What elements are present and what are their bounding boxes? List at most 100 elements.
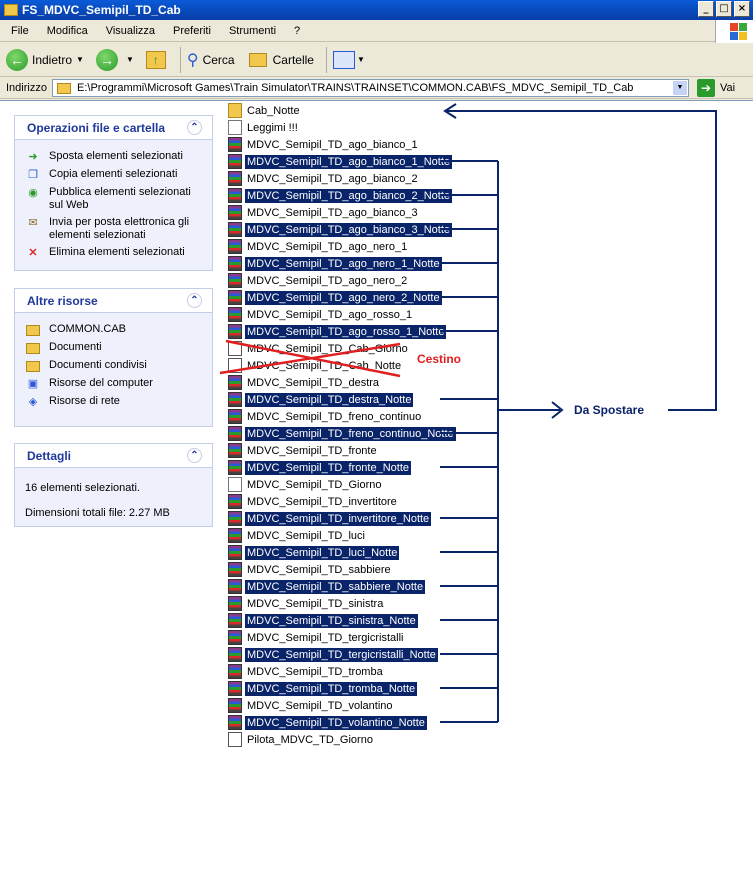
chevron-up-icon[interactable]: ⌃ bbox=[187, 293, 202, 308]
views-icon bbox=[332, 50, 355, 69]
task-email[interactable]: ✉ Invia per posta elettronica gli element… bbox=[25, 216, 204, 242]
archive-icon bbox=[228, 715, 242, 730]
file-item[interactable]: MDVC_Semipil_TD_destra bbox=[228, 374, 381, 391]
folder-up-icon[interactable]: ↑ bbox=[145, 50, 166, 69]
maximize-button[interactable]: □ bbox=[716, 1, 732, 17]
file-item[interactable]: MDVC_Semipil_TD_ago_bianco_2 bbox=[228, 170, 420, 187]
file-item[interactable]: MDVC_Semipil_TD_volantino bbox=[228, 697, 395, 714]
chevron-up-icon[interactable]: ⌃ bbox=[187, 120, 202, 135]
file-item[interactable]: MDVC_Semipil_TD_Cab_Giorno bbox=[228, 340, 410, 357]
chevron-down-icon[interactable]: ▼ bbox=[673, 81, 687, 95]
file-item[interactable]: Leggimi !!! bbox=[228, 119, 300, 136]
details-panel: Dettagli ⌃ 16 elementi selezionati. Dime… bbox=[14, 443, 213, 527]
place-network[interactable]: ◈ Risorse di rete bbox=[25, 395, 204, 409]
task-move[interactable]: ➜ Sposta elementi selezionati bbox=[25, 150, 204, 164]
menu-preferiti[interactable]: Preferiti bbox=[164, 25, 220, 37]
task-copy[interactable]: ❐ Copia elementi selezionati bbox=[25, 168, 204, 182]
file-item[interactable]: MDVC_Semipil_TD_Cab_Notte bbox=[228, 357, 403, 374]
content-area: Operazioni file e cartella ⌃ ➜ Sposta ele… bbox=[0, 100, 753, 869]
menu-modifica[interactable]: Modifica bbox=[38, 25, 97, 37]
file-item[interactable]: MDVC_Semipil_TD_ago_bianco_1 bbox=[228, 136, 420, 153]
menu-file[interactable]: File bbox=[2, 25, 38, 37]
archive-icon bbox=[228, 698, 242, 713]
file-item[interactable]: MDVC_Semipil_TD_fronte bbox=[228, 442, 379, 459]
panel-header[interactable]: Altre risorse ⌃ bbox=[15, 289, 212, 313]
file-name: MDVC_Semipil_TD_ago_bianco_2_Notte bbox=[245, 188, 453, 203]
place-shared-documents[interactable]: Documenti condivisi bbox=[25, 359, 204, 373]
file-item[interactable]: MDVC_Semipil_TD_fronte_Notte bbox=[228, 459, 412, 476]
menu-help[interactable]: ? bbox=[285, 25, 309, 37]
file-item[interactable]: Pilota_MDVC_TD_Giorno bbox=[228, 731, 375, 748]
file-name: MDVC_Semipil_TD_invertitore_Notte bbox=[245, 511, 432, 526]
go-button[interactable]: ➔ Vai bbox=[697, 79, 735, 97]
file-item[interactable]: MDVC_Semipil_TD_ago_nero_1 bbox=[228, 238, 409, 255]
file-item[interactable]: MDVC_Semipil_TD_sinistra bbox=[228, 595, 385, 612]
file-item[interactable]: MDVC_Semipil_TD_ago_rosso_1 bbox=[228, 306, 414, 323]
forward-button[interactable]: → ▼ bbox=[95, 48, 140, 71]
file-item[interactable]: MDVC_Semipil_TD_ago_nero_2_Notte bbox=[228, 289, 442, 306]
file-item[interactable]: MDVC_Semipil_TD_ago_rosso_1_Notte bbox=[228, 323, 447, 340]
archive-icon bbox=[228, 205, 242, 220]
archive-icon bbox=[228, 171, 242, 186]
task-delete[interactable]: ✕ Elimina elementi selezionati bbox=[25, 246, 204, 260]
file-item[interactable]: MDVC_Semipil_TD_invertitore_Notte bbox=[228, 510, 432, 527]
archive-icon bbox=[228, 528, 242, 543]
file-item[interactable]: MDVC_Semipil_TD_Giorno bbox=[228, 476, 384, 493]
file-item[interactable]: MDVC_Semipil_TD_ago_bianco_2_Notte bbox=[228, 187, 453, 204]
forward-arrow-icon: → bbox=[95, 48, 118, 71]
file-name: MDVC_Semipil_TD_ago_nero_1_Notte bbox=[245, 256, 442, 271]
file-item[interactable]: MDVC_Semipil_TD_luci bbox=[228, 527, 367, 544]
panel-header[interactable]: Operazioni file e cartella ⌃ bbox=[15, 116, 212, 140]
file-item[interactable]: MDVC_Semipil_TD_invertitore bbox=[228, 493, 399, 510]
panel-header[interactable]: Dettagli ⌃ bbox=[15, 444, 212, 468]
chevron-down-icon[interactable]: ▼ bbox=[76, 55, 84, 64]
file-item[interactable]: MDVC_Semipil_TD_ago_bianco_1_Notte bbox=[228, 153, 453, 170]
file-item[interactable]: MDVC_Semipil_TD_tromba_Notte bbox=[228, 680, 418, 697]
back-label: Indietro bbox=[32, 52, 73, 67]
file-item[interactable]: MDVC_Semipil_TD_ago_bianco_3_Notte bbox=[228, 221, 453, 238]
file-item[interactable]: MDVC_Semipil_TD_tergicristalli bbox=[228, 629, 405, 646]
views-button[interactable]: ▼ bbox=[332, 50, 371, 69]
menu-strumenti[interactable]: Strumenti bbox=[220, 25, 285, 37]
file-name: MDVC_Semipil_TD_luci_Notte bbox=[245, 545, 400, 560]
place-common-cab[interactable]: COMMON.CAB bbox=[25, 323, 204, 337]
file-item[interactable]: MDVC_Semipil_TD_ago_bianco_3 bbox=[228, 204, 420, 221]
search-icon: ⚲ bbox=[186, 51, 199, 69]
globe-icon: ◉ bbox=[28, 186, 38, 199]
file-item[interactable]: MDVC_Semipil_TD_sabbiere bbox=[228, 561, 393, 578]
close-button[interactable]: × bbox=[734, 1, 750, 17]
file-name: MDVC_Semipil_TD_Cab_Giorno bbox=[247, 342, 408, 355]
chevron-down-icon[interactable]: ▼ bbox=[126, 55, 134, 64]
file-item[interactable]: MDVC_Semipil_TD_sabbiere_Notte bbox=[228, 578, 426, 595]
archive-icon bbox=[228, 137, 242, 152]
file-item[interactable]: MDVC_Semipil_TD_destra_Notte bbox=[228, 391, 414, 408]
file-item[interactable]: MDVC_Semipil_TD_freno_continuo bbox=[228, 408, 423, 425]
back-button[interactable]: ← Indietro ▼ bbox=[6, 48, 90, 71]
file-item[interactable]: Cab_Notte bbox=[228, 102, 302, 119]
address-input[interactable]: E:\Programmi\Microsoft Games\Train Simul… bbox=[52, 79, 689, 97]
file-item[interactable]: MDVC_Semipil_TD_sinistra_Notte bbox=[228, 612, 418, 629]
file-name: MDVC_Semipil_TD_volantino bbox=[247, 699, 393, 712]
minimize-button[interactable]: _ bbox=[698, 1, 714, 17]
file-item[interactable]: MDVC_Semipil_TD_freno_continuo_Notte bbox=[228, 425, 456, 442]
chevron-up-icon[interactable]: ⌃ bbox=[187, 448, 202, 463]
file-item[interactable]: MDVC_Semipil_TD_luci_Notte bbox=[228, 544, 400, 561]
chevron-down-icon[interactable]: ▼ bbox=[357, 55, 365, 64]
archive-icon bbox=[228, 222, 242, 237]
go-label: Vai bbox=[720, 82, 736, 94]
file-item[interactable]: MDVC_Semipil_TD_volantino_Notte bbox=[228, 714, 427, 731]
task-label: Copia elementi selezionati bbox=[49, 168, 178, 180]
place-documents[interactable]: Documenti bbox=[25, 341, 204, 355]
search-button[interactable]: ⚲ Cerca bbox=[187, 50, 235, 70]
file-item[interactable]: MDVC_Semipil_TD_tergicristalli_Notte bbox=[228, 646, 438, 663]
file-item[interactable]: MDVC_Semipil_TD_ago_nero_2 bbox=[228, 272, 409, 289]
menu-visualizza[interactable]: Visualizza bbox=[97, 25, 164, 37]
folders-button[interactable]: Cartelle bbox=[248, 52, 314, 67]
file-item[interactable]: MDVC_Semipil_TD_tromba bbox=[228, 663, 385, 680]
task-publish[interactable]: ◉ Pubblica elementi selezionati sul Web bbox=[25, 186, 204, 212]
file-item[interactable]: MDVC_Semipil_TD_ago_nero_1_Notte bbox=[228, 255, 442, 272]
image-file-icon bbox=[228, 732, 242, 747]
place-my-computer[interactable]: ▣ Risorse del computer bbox=[25, 377, 204, 391]
archive-icon bbox=[228, 256, 242, 271]
move-icon: ➜ bbox=[28, 150, 38, 163]
